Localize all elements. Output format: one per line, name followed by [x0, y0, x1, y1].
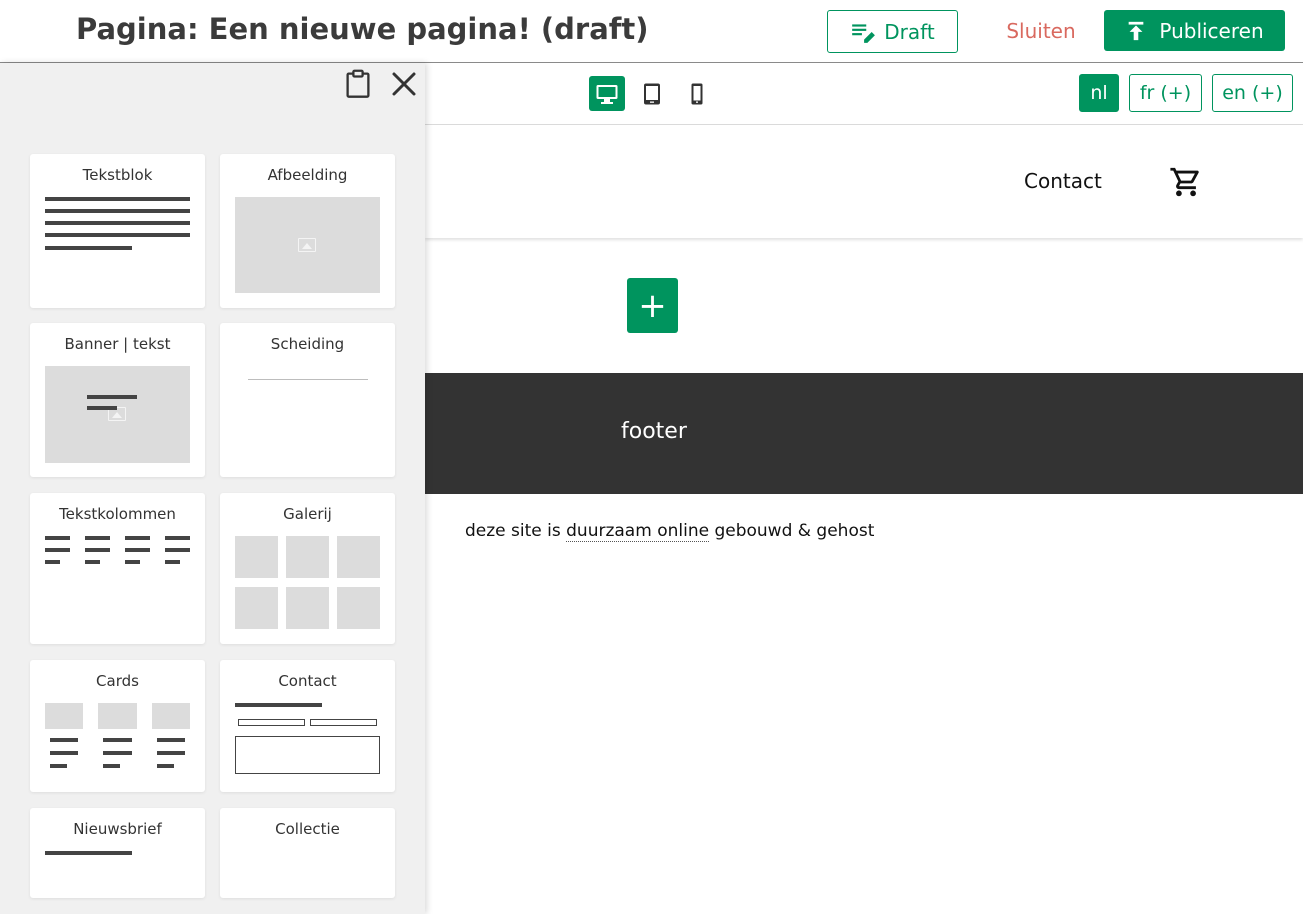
language-en-button[interactable]: en (+): [1212, 74, 1293, 112]
publish-label: Publiceren: [1159, 18, 1264, 43]
block-tile-galerij[interactable]: Galerij: [220, 493, 395, 644]
device-mobile-button[interactable]: [679, 76, 715, 111]
site-header: Contact: [425, 125, 1303, 238]
page-title: Pagina: Een nieuwe pagina! (draft): [76, 12, 649, 46]
image-icon: [298, 238, 316, 252]
cart-icon[interactable]: [1169, 165, 1203, 199]
block-tile-label: Nieuwsbrief: [73, 820, 162, 838]
credit-link[interactable]: duurzaam online: [566, 521, 710, 542]
clipboard-icon[interactable]: [344, 69, 372, 99]
image-placeholder: [235, 197, 380, 293]
mobile-icon: [691, 83, 703, 104]
draft-label: Draft: [884, 19, 935, 44]
editor-topbar: Pagina: Een nieuwe pagina! (draft) Draft…: [0, 0, 1303, 63]
block-tile-label: Tekstkolommen: [59, 505, 176, 523]
block-tile-contact[interactable]: Contact: [220, 660, 395, 792]
block-tile-afbeelding[interactable]: Afbeelding: [220, 154, 395, 308]
banner-placeholder: [45, 366, 190, 463]
block-tile-label: Scheiding: [270, 335, 345, 353]
block-tile-scheiding[interactable]: Scheiding: [220, 323, 395, 477]
close-icon[interactable]: [389, 69, 419, 99]
nav-link-contact[interactable]: Contact: [1024, 169, 1102, 193]
newsletter-preview: [45, 851, 132, 855]
device-desktop-button[interactable]: [589, 76, 625, 111]
block-panel: Tekstblok Afbeelding Banner | tekst Sche…: [0, 63, 425, 914]
publish-button[interactable]: Publiceren: [1104, 10, 1285, 51]
block-tile-tekstkolommen[interactable]: Tekstkolommen: [30, 493, 205, 644]
block-tile-label: Tekstblok: [82, 166, 153, 184]
block-tile-cards[interactable]: Cards: [30, 660, 205, 792]
credit-text-after: gebouwd & gehost: [709, 521, 875, 541]
block-tile-label: Galerij: [283, 505, 332, 523]
block-tile-label: Collectie: [275, 820, 340, 838]
language-nl-button[interactable]: nl: [1079, 74, 1119, 112]
close-editor-button[interactable]: Sluiten: [1000, 16, 1082, 46]
site-credit: deze site is duurzaam online gebouwd & g…: [465, 521, 875, 542]
block-tile-label: Cards: [96, 672, 139, 690]
edit-list-icon: [852, 23, 876, 43]
add-block-button[interactable]: +: [627, 278, 678, 333]
site-footer: footer: [425, 373, 1303, 494]
upload-icon: [1129, 21, 1144, 40]
block-tile-banner-tekst[interactable]: Banner | tekst: [30, 323, 205, 477]
draft-button[interactable]: Draft: [827, 10, 958, 53]
desktop-icon: [596, 84, 618, 104]
credit-text-before: deze site is: [465, 521, 567, 541]
block-tile-nieuwsbrief[interactable]: Nieuwsbrief: [30, 808, 205, 898]
tablet-icon: [644, 83, 660, 104]
block-tile-label: Banner | tekst: [64, 335, 171, 353]
divider-preview: [248, 379, 368, 380]
block-tile-tekstblok[interactable]: Tekstblok: [30, 154, 205, 308]
language-fr-button[interactable]: fr (+): [1129, 74, 1202, 112]
device-tablet-button[interactable]: [634, 76, 670, 111]
block-tile-label: Afbeelding: [267, 166, 348, 184]
block-tile-label: Contact: [278, 672, 337, 690]
footer-label: footer: [621, 419, 687, 444]
block-tile-collectie[interactable]: Collectie: [220, 808, 395, 898]
